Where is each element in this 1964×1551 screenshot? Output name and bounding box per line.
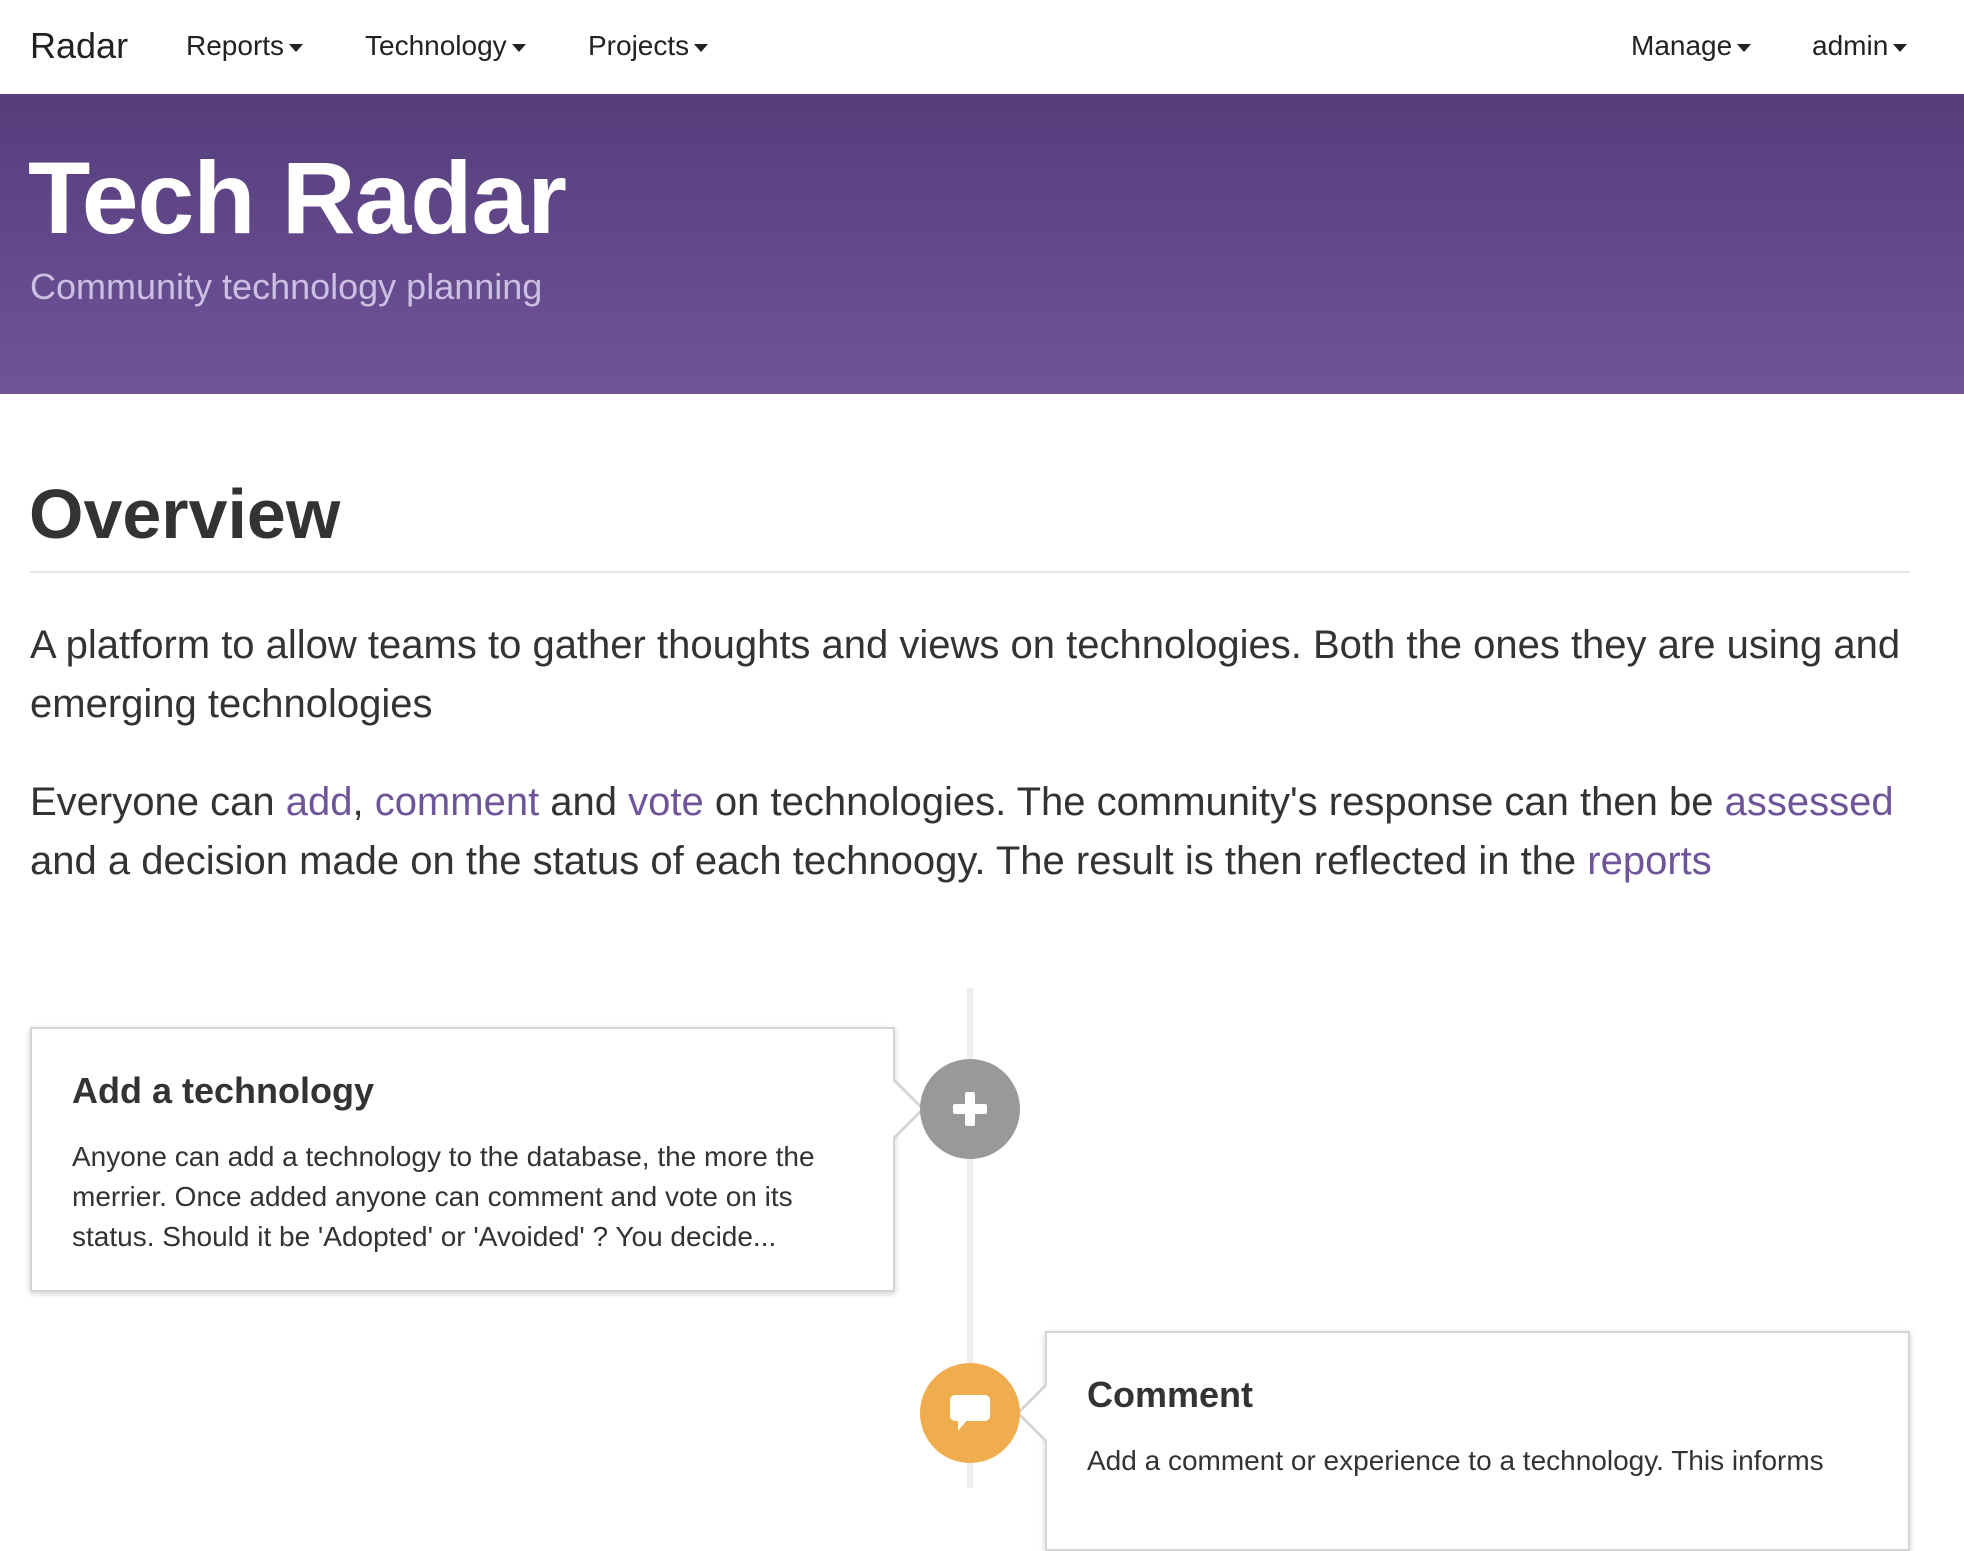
- caret-down-icon: [694, 43, 709, 52]
- overview-paragraph-2: Everyone can add, comment and vote on te…: [30, 773, 1910, 891]
- nav-projects-label: Projects: [588, 30, 690, 61]
- heading-divider: [30, 571, 1910, 573]
- caret-down-icon: [289, 43, 304, 52]
- nav-reports-label: Reports: [186, 30, 285, 61]
- plus-icon: [953, 1092, 987, 1126]
- card-pointer: [1016, 1383, 1048, 1443]
- caret-down-icon: [1737, 43, 1752, 52]
- hero-title: Tech Radar: [28, 141, 567, 255]
- hero-subtitle: Community technology planning: [30, 266, 543, 307]
- text-segment: and: [539, 780, 629, 824]
- nav-admin-label: admin: [1812, 30, 1889, 61]
- timeline-card-body: Anyone can add a technology to the datab…: [72, 1141, 815, 1252]
- text-segment: and a decision made on the status of eac…: [30, 839, 1588, 883]
- assessed-link[interactable]: assessed: [1725, 780, 1894, 824]
- timeline-card-body: Add a comment or experience to a technol…: [1087, 1445, 1824, 1476]
- timeline-card-title: Add a technology: [72, 1070, 375, 1111]
- timeline-badge-comment: [920, 1363, 1020, 1463]
- nav-projects-dropdown[interactable]: Projects: [588, 29, 709, 63]
- nav-manage-label: Manage: [1631, 30, 1733, 61]
- nav-reports-dropdown[interactable]: Reports: [186, 29, 304, 63]
- caret-down-icon: [1893, 43, 1908, 52]
- nav-admin-dropdown[interactable]: admin: [1812, 29, 1908, 63]
- nav-technology-label: Technology: [365, 30, 507, 61]
- nav-technology-dropdown[interactable]: Technology: [365, 29, 526, 63]
- timeline-card-add-technology: Add a technology Anyone can add a techno…: [30, 1027, 895, 1292]
- reports-link[interactable]: reports: [1587, 839, 1712, 883]
- overview-paragraph-1: A platform to allow teams to gather thou…: [30, 623, 1901, 726]
- brand-link[interactable]: Radar: [30, 26, 128, 66]
- add-link[interactable]: add: [286, 780, 353, 824]
- comment-link[interactable]: comment: [375, 780, 540, 824]
- text-segment: on technologies. The community's respons…: [703, 780, 1725, 824]
- comment-icon: [950, 1395, 990, 1431]
- hero-banner: Tech Radar Community technology planning: [0, 94, 1964, 394]
- nav-manage-dropdown[interactable]: Manage: [1631, 29, 1752, 63]
- timeline-badge-add: [920, 1059, 1020, 1159]
- text-segment: ,: [352, 780, 375, 824]
- timeline-card-title: Comment: [1087, 1374, 1254, 1415]
- timeline-card-comment: Comment Add a comment or experience to a…: [1045, 1331, 1910, 1551]
- vote-link[interactable]: vote: [628, 780, 704, 824]
- navbar: Radar Reports Technology Projects Manage…: [0, 0, 1964, 94]
- overview-heading: Overview: [29, 475, 341, 553]
- text-segment: Everyone can: [30, 780, 286, 824]
- caret-down-icon: [511, 43, 526, 52]
